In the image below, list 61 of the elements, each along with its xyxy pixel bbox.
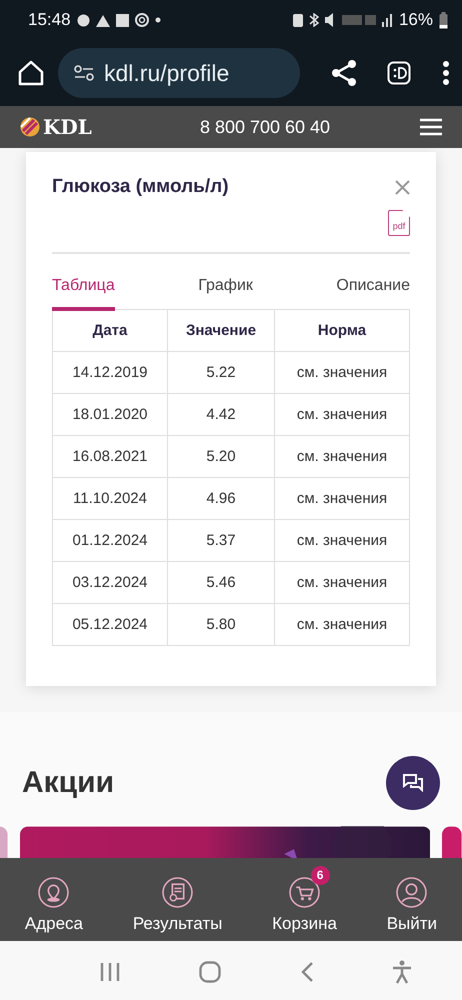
table-cell: 5.80 [168,604,274,646]
table-cell: 5.20 [168,436,274,478]
table-cell: см. значения [274,352,410,394]
pin-icon [38,876,70,908]
count-badge: 6 [310,866,330,884]
emoji-face-icon[interactable] [387,61,412,85]
card-title: Глюкоза (ммоль/л) [52,176,229,198]
table-cell: см. значения [274,562,410,604]
table-cell: см. значения [274,436,410,478]
table-cell: см. значения [274,604,410,646]
signal-icon [382,13,393,27]
chat-button[interactable] [386,756,440,810]
nav-item[interactable]: Адреса [24,866,84,934]
table-cell: 18.01.2020 [52,394,168,436]
tab[interactable]: График [198,276,253,311]
more-icon[interactable] [442,60,450,86]
column-header: Значение [168,310,274,352]
logo-text[interactable]: KDL [43,115,92,139]
clock-time: 15:48 [28,10,71,30]
table-cell: 5.22 [168,352,274,394]
battery-icon [439,12,448,28]
recent-apps-icon[interactable] [100,963,120,981]
menu-icon[interactable] [420,118,442,136]
home-icon[interactable] [18,60,44,86]
table-cell: 4.96 [168,478,274,520]
table-cell: 5.46 [168,562,274,604]
section-title: Акции [22,766,114,800]
home-button-icon[interactable] [199,961,222,983]
table-cell: 14.12.2019 [52,352,168,394]
phone-number[interactable]: 8 800 700 60 40 [150,116,380,138]
accessibility-icon[interactable] [392,960,412,984]
back-icon[interactable] [300,962,313,982]
nav-item[interactable]: Результаты [132,866,222,934]
table-cell: 16.08.2021 [52,436,168,478]
pdf-download-icon[interactable]: pdf [388,210,410,236]
column-header: Дата [52,310,168,352]
address-bar[interactable]: kdl.ru/profile [58,48,300,98]
table-cell: 11.10.2024 [52,478,168,520]
table-cell: 5.37 [168,520,274,562]
table-cell: 03.12.2024 [52,562,168,604]
battery-percent: 16% [398,10,433,30]
user-icon [396,876,428,908]
close-icon[interactable] [395,180,410,194]
tab[interactable]: Таблица [52,276,115,311]
table-cell: см. значения [274,394,410,436]
table-cell: 01.12.2024 [52,520,168,562]
nav-item[interactable]: Корзина 6 [272,866,337,934]
table-cell: см. значения [274,478,410,520]
table-cell: 05.12.2024 [52,604,168,646]
table-cell: см. значения [274,520,410,562]
site-settings-icon[interactable] [74,65,94,81]
nav-item[interactable]: Выйти [386,866,438,934]
tab[interactable]: Описание [336,276,410,311]
logo-icon [20,117,40,137]
column-header: Норма [274,310,410,352]
dot-icon [154,17,161,23]
table-cell: 4.42 [168,394,274,436]
bluetooth-icon [308,13,319,27]
chat-icon [403,774,423,792]
share-icon[interactable] [330,59,357,87]
document-search-icon [162,876,194,908]
